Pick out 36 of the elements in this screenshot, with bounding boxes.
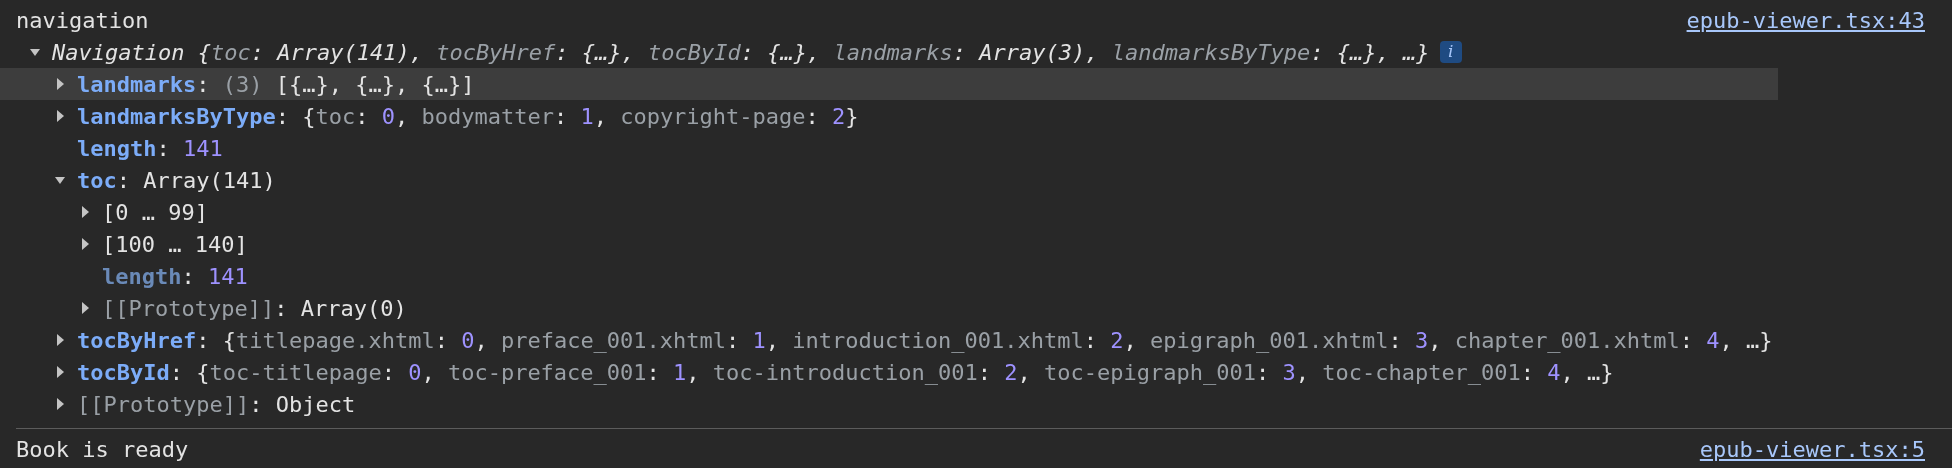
- property-key: [0 … 99]: [102, 195, 208, 229]
- source-link[interactable]: epub-viewer.tsx:5: [1699, 432, 1925, 466]
- collapsed-caret-icon[interactable]: [80, 302, 90, 314]
- property-value: : (3) [{…}, {…}, {…}]: [196, 70, 475, 99]
- property-key: tocByHref: [77, 323, 197, 357]
- property-key: landmarks: [77, 67, 197, 101]
- property-value: : {toc-titlepage: 0, toc-preface_001: 1, toc-introduction_001: 2, toc-epigraph_001: 3, toc-chapter_001: 4, …}: [169, 358, 1614, 387]
- property-value: : Object: [249, 390, 356, 419]
- property-key: [[Prototype]]: [102, 291, 275, 325]
- property-key: length: [102, 259, 182, 293]
- console-message: navigation: [16, 6, 149, 35]
- expanded-caret-icon[interactable]: [55, 174, 65, 186]
- collapsed-caret-icon[interactable]: [55, 366, 65, 378]
- property-value: : Array(0): [274, 294, 407, 323]
- property-value: : 141: [156, 134, 223, 163]
- collapsed-caret-icon[interactable]: [80, 238, 90, 250]
- expanded-caret-icon[interactable]: [30, 46, 40, 58]
- property-value: : {toc: 0, bodymatter: 1, copyright-page: 2}: [275, 102, 859, 131]
- collapsed-caret-icon[interactable]: [80, 206, 90, 218]
- collapsed-caret-icon[interactable]: [55, 110, 65, 122]
- property-value: : 141: [181, 262, 248, 291]
- info-badge[interactable]: i: [1439, 41, 1462, 63]
- property-key: landmarksByType: [77, 99, 276, 133]
- collapsed-caret-icon[interactable]: [55, 334, 65, 346]
- console-message: Book is ready: [16, 435, 189, 464]
- source-link[interactable]: epub-viewer.tsx:43: [1686, 3, 1925, 37]
- property-key: [[Prototype]]: [77, 387, 250, 421]
- property-value: : {titlepage.xhtml: 0, preface_001.xhtml: 1, introduction_001.xhtml: 2, epigraph_001.xhtml: 3, chapter_001.xhtml: 4, …}: [196, 326, 1773, 355]
- property-key: toc: [77, 163, 117, 197]
- collapsed-caret-icon[interactable]: [55, 398, 65, 410]
- property-key: length: [77, 131, 157, 165]
- collapsed-caret-icon[interactable]: [55, 78, 65, 90]
- property-key: [100 … 140]: [102, 227, 248, 261]
- property-value: : Array(141): [116, 166, 276, 195]
- property-key: tocById: [77, 355, 170, 389]
- object-summary: Navigation {toc: Array(141), tocByHref: {…}, tocById: {…}, landmarks: Array(3), landmarksByType: {…}, …}: [52, 38, 1430, 67]
